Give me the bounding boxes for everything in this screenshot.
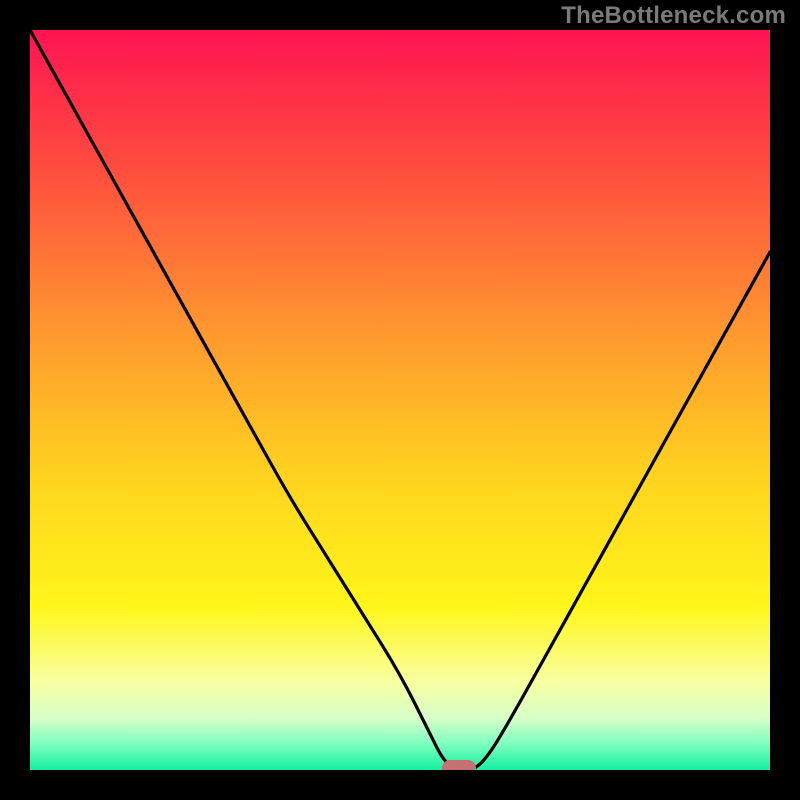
- chart-frame: TheBottleneck.com: [0, 0, 800, 800]
- plot-area: [30, 30, 770, 770]
- watermark-text: TheBottleneck.com: [561, 2, 786, 30]
- bottleneck-curve: [30, 30, 770, 770]
- optimal-marker: [442, 760, 476, 770]
